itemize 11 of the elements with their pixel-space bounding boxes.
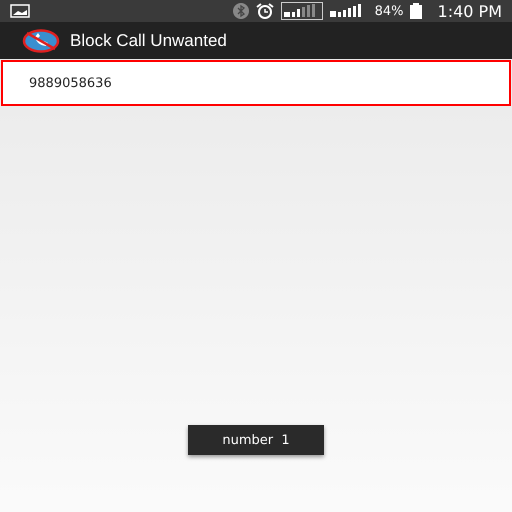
signal-icon xyxy=(280,2,323,20)
bluetooth-icon xyxy=(232,3,249,19)
battery-icon xyxy=(410,3,422,19)
app-title: Block Call Unwanted xyxy=(70,30,227,50)
blocked-phone-icon xyxy=(22,28,60,52)
clock-time: 1:40 PM xyxy=(438,2,502,20)
battery-percentage: 84% xyxy=(374,4,404,18)
picture-icon xyxy=(10,4,30,18)
alarm-icon xyxy=(254,3,275,19)
toast-message: number 1 xyxy=(188,425,324,455)
number-list-item[interactable]: 9889058636 xyxy=(1,60,511,106)
